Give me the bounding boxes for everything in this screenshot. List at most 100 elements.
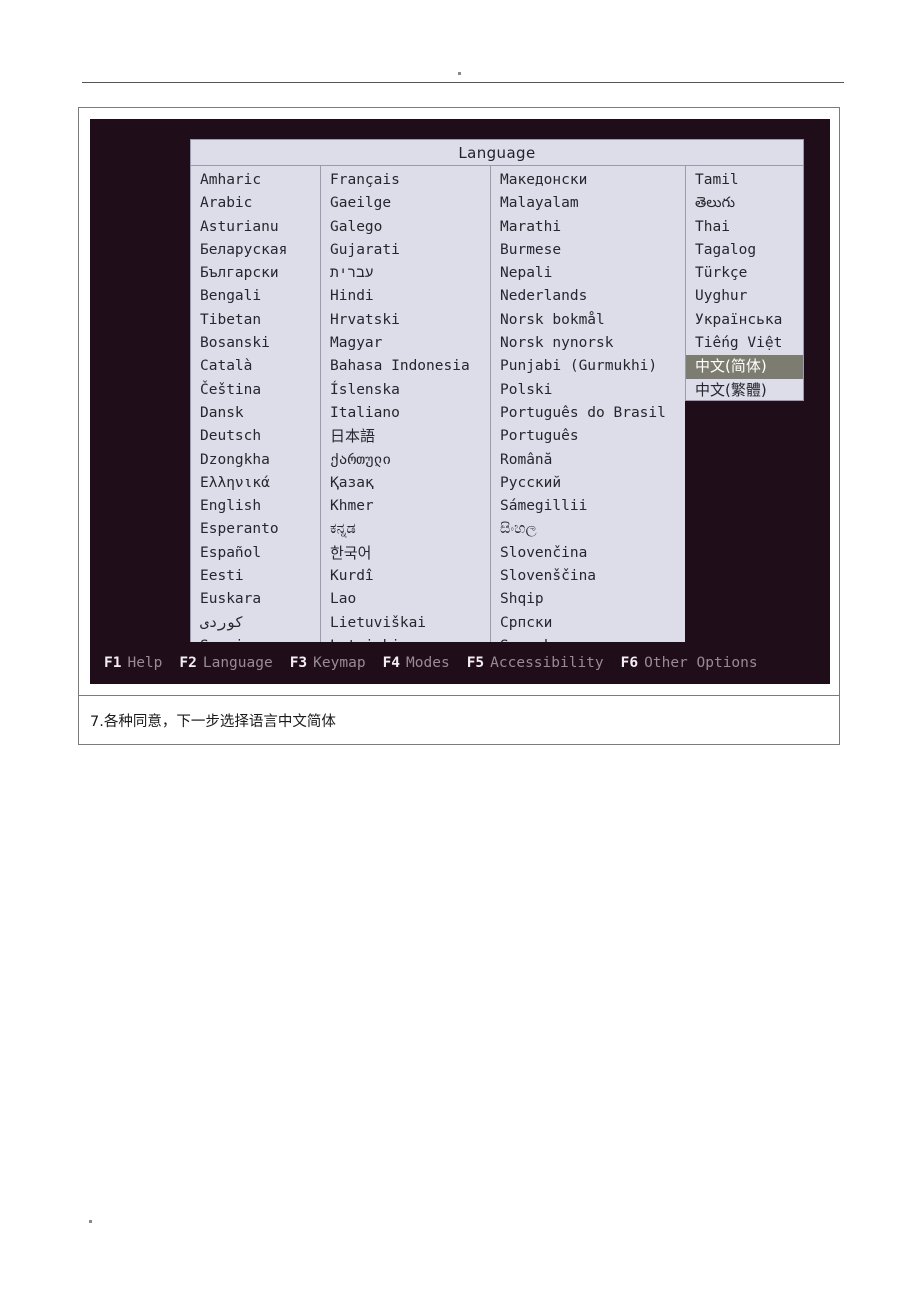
language-item[interactable]: සිංහල — [491, 518, 685, 541]
language-column-1[interactable]: Amharic Arabic Asturianu Беларуская Българск… — [190, 166, 320, 659]
language-item[interactable]: 日本語 — [321, 425, 490, 448]
function-key-label: Help — [127, 655, 163, 671]
function-key-f5[interactable]: F5 Accessibility — [467, 655, 604, 671]
language-item[interactable]: Norsk nynorsk — [491, 332, 685, 355]
language-item[interactable]: Қазақ — [321, 472, 490, 495]
language-item[interactable]: Català — [191, 355, 320, 378]
language-item[interactable]: Amharic — [191, 169, 320, 192]
language-item[interactable]: 한국어 — [321, 542, 490, 565]
page-top-mark — [458, 72, 461, 75]
language-column-3[interactable]: Македонски Malayalam Marathi Burmese Nepali N… — [490, 166, 685, 659]
language-item[interactable]: Español — [191, 542, 320, 565]
language-item[interactable]: Punjabi (Gurmukhi) — [491, 355, 685, 378]
language-item[interactable]: Nederlands — [491, 285, 685, 308]
function-key-label: Modes — [406, 655, 450, 671]
language-item[interactable]: Shqip — [491, 588, 685, 611]
language-item[interactable]: Русский — [491, 472, 685, 495]
language-item[interactable]: Српски — [491, 612, 685, 635]
page-top-rule — [82, 82, 844, 83]
function-key-f4[interactable]: F4 Modes — [383, 655, 450, 671]
language-item[interactable]: Беларуская — [191, 239, 320, 262]
language-item[interactable]: Deutsch — [191, 425, 320, 448]
language-item[interactable]: Uyghur — [686, 285, 803, 308]
language-item[interactable]: ಕನ್ನಡ — [321, 518, 490, 541]
language-item[interactable]: English — [191, 495, 320, 518]
function-key-label: Language — [202, 655, 273, 671]
language-item[interactable]: Hindi — [321, 285, 490, 308]
language-item[interactable]: Ελληνικά — [191, 472, 320, 495]
function-key-code: F3 — [289, 655, 308, 671]
language-dialog: Language Amharic Arabic Asturianu Беларуска… — [190, 139, 804, 659]
function-key-f6[interactable]: F6 Other Options — [621, 655, 758, 671]
language-item[interactable]: Burmese — [491, 239, 685, 262]
language-item[interactable]: Türkçe — [686, 262, 803, 285]
language-item[interactable]: Tiếng Việt — [686, 332, 803, 355]
language-item[interactable]: Slovenščina — [491, 565, 685, 588]
language-item[interactable]: Čeština — [191, 379, 320, 402]
language-item[interactable]: ქართული — [321, 449, 490, 472]
language-item[interactable]: Bengali — [191, 285, 320, 308]
document-table-frame: Language Amharic Arabic Asturianu Беларуска… — [78, 107, 840, 745]
function-key-f1[interactable]: F1 Help — [104, 655, 162, 671]
language-item[interactable]: Dansk — [191, 402, 320, 425]
language-column-2[interactable]: Français Gaeilge Galego Gujarati עברית Hindi H… — [320, 166, 490, 659]
language-item[interactable]: Bosanski — [191, 332, 320, 355]
caption-text: 7.各种同意，下一步选择语言中文简体 — [90, 713, 336, 730]
language-item[interactable]: Íslenska — [321, 379, 490, 402]
language-item[interactable]: Malayalam — [491, 192, 685, 215]
language-item[interactable]: Română — [491, 449, 685, 472]
language-item[interactable]: Български — [191, 262, 320, 285]
language-item[interactable]: Magyar — [321, 332, 490, 355]
language-item[interactable]: Македонски — [491, 169, 685, 192]
function-key-bar: F1 Help F2 Language F3 Keymap F4 Modes F5 Accessi… — [90, 642, 830, 684]
language-item[interactable]: Gaeilge — [321, 192, 490, 215]
language-item[interactable]: Dzongkha — [191, 449, 320, 472]
language-item[interactable]: Khmer — [321, 495, 490, 518]
function-key-f3[interactable]: F3 Keymap — [290, 655, 366, 671]
function-key-code: F5 — [466, 655, 485, 671]
language-item[interactable]: Nepali — [491, 262, 685, 285]
function-key-label: Keymap — [313, 655, 366, 671]
language-item[interactable]: Français — [321, 169, 490, 192]
function-key-label: Other Options — [644, 655, 758, 671]
language-item[interactable]: 中文(繁體) — [686, 379, 803, 400]
language-item[interactable]: Tamil — [686, 169, 803, 192]
language-item[interactable]: Galego — [321, 216, 490, 239]
language-item[interactable]: Hrvatski — [321, 309, 490, 332]
language-item[interactable]: Українська — [686, 309, 803, 332]
language-item[interactable]: Italiano — [321, 402, 490, 425]
language-item[interactable]: Tagalog — [686, 239, 803, 262]
language-item[interactable]: తెలుగు — [686, 192, 803, 215]
language-item[interactable]: Lao — [321, 588, 490, 611]
language-item[interactable]: Sámegillii — [491, 495, 685, 518]
language-item[interactable]: Slovenčina — [491, 542, 685, 565]
language-column-4[interactable]: Tamil తెలుగు Thai Tagalog Türkçe Uyghur Україн… — [685, 166, 804, 401]
language-item[interactable]: Marathi — [491, 216, 685, 239]
caption-cell: 7.各种同意，下一步选择语言中文简体 — [79, 695, 839, 744]
language-item[interactable]: Polski — [491, 379, 685, 402]
language-list-body: Amharic Arabic Asturianu Беларуская Българск… — [190, 166, 804, 659]
language-item[interactable]: Thai — [686, 216, 803, 239]
language-item[interactable]: Bahasa Indonesia — [321, 355, 490, 378]
language-item[interactable]: Tibetan — [191, 309, 320, 332]
language-item-selected[interactable]: 中文(简体) — [686, 355, 803, 379]
language-item[interactable]: Português do Brasil — [491, 402, 685, 425]
language-item[interactable]: Eesti — [191, 565, 320, 588]
language-item[interactable]: Português — [491, 425, 685, 448]
language-item[interactable]: Gujarati — [321, 239, 490, 262]
language-item[interactable]: Esperanto — [191, 518, 320, 541]
language-item[interactable]: עברית — [321, 262, 490, 285]
language-item[interactable]: Norsk bokmål — [491, 309, 685, 332]
function-key-code: F4 — [382, 655, 401, 671]
language-item[interactable]: Lietuviškai — [321, 612, 490, 635]
page-bottom-mark — [89, 1220, 92, 1223]
language-item[interactable]: Asturianu — [191, 216, 320, 239]
dialog-title: Language — [190, 139, 804, 166]
language-item[interactable]: کوردی — [191, 612, 320, 635]
language-item[interactable]: Euskara — [191, 588, 320, 611]
installer-terminal-screen: Language Amharic Arabic Asturianu Беларуска… — [90, 119, 830, 684]
function-key-code: F2 — [179, 655, 197, 671]
language-item[interactable]: Kurdî — [321, 565, 490, 588]
function-key-f2[interactable]: F2 Language — [179, 655, 272, 671]
language-item[interactable]: Arabic — [191, 192, 320, 215]
